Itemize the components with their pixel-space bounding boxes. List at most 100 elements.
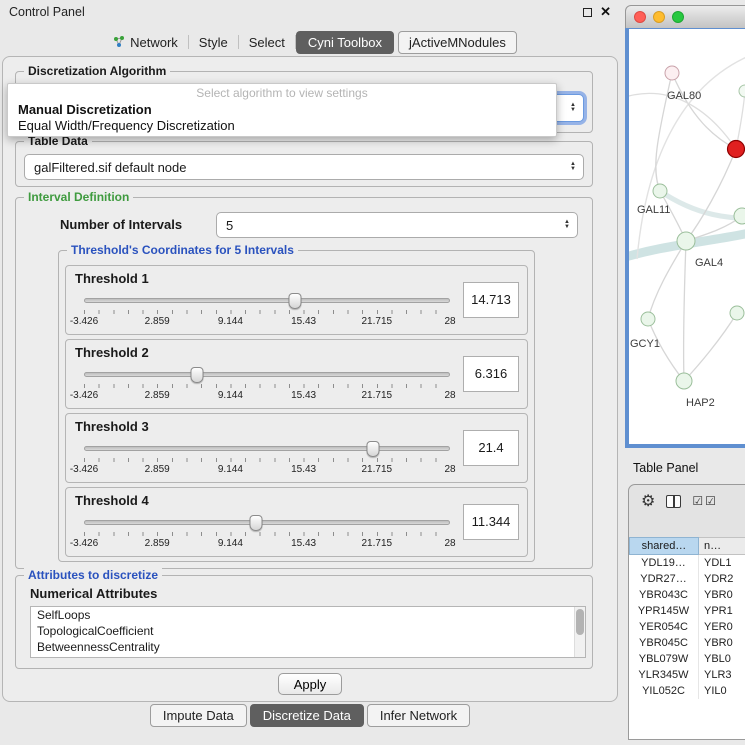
number-of-intervals-label: Number of Intervals xyxy=(60,217,182,232)
threshold-4-slider[interactable]: -3.426 2.859 9.144 15.43 21.715 28 xyxy=(84,516,450,554)
table-cell[interactable]: YIL0 xyxy=(699,683,745,699)
table-row[interactable]: YBL079WYBL0 xyxy=(629,651,745,667)
thresholds-coordinates-group: Threshold's Coordinates for 5 Intervals … xyxy=(58,250,535,562)
table-cell[interactable]: YLR3 xyxy=(699,667,745,683)
slider-track[interactable] xyxy=(84,372,450,377)
threshold-2-value-field[interactable]: 6.316 xyxy=(463,356,519,392)
slider-thumb[interactable] xyxy=(289,293,302,309)
threshold-3-value-field[interactable]: 21.4 xyxy=(463,430,519,466)
network-node[interactable] xyxy=(730,306,744,320)
tab-cyni-toolbox[interactable]: Cyni Toolbox xyxy=(296,31,394,54)
table-row[interactable]: YPR145WYPR1 xyxy=(629,603,745,619)
slider-tick-labels: -3.426 2.859 9.144 15.43 21.715 28 xyxy=(84,316,450,328)
slider-track[interactable] xyxy=(84,520,450,525)
table-row[interactable]: YDL19…YDL1 xyxy=(629,555,745,571)
threshold-2-slider[interactable]: -3.426 2.859 9.144 15.43 21.715 28 xyxy=(84,368,450,406)
threshold-1-slider[interactable]: -3.426 2.859 9.144 15.43 21.715 28 xyxy=(84,294,450,332)
network-canvas[interactable]: GAL80 GAL11 GAL4 GCY1 HAP2 xyxy=(625,28,745,448)
arrow-down-icon: ▼ xyxy=(564,225,570,230)
column-header-shared-name[interactable]: shared… xyxy=(629,537,699,555)
table-cell[interactable]: YPR145W xyxy=(629,603,699,619)
close-traffic-light-icon[interactable] xyxy=(634,11,646,23)
columns-icon[interactable] xyxy=(666,495,681,508)
restore-window-icon[interactable] xyxy=(583,8,592,17)
slider-track[interactable] xyxy=(84,446,450,451)
tab-jactivemnodules[interactable]: jActiveMNodules xyxy=(398,31,517,54)
apply-button[interactable]: Apply xyxy=(278,673,342,695)
tab-network[interactable]: Network xyxy=(103,32,188,53)
node-label-hap2: HAP2 xyxy=(686,397,715,409)
table-data-group: Table Data galFiltered.sif default node … xyxy=(15,141,593,187)
list-item[interactable]: TopologicalCoefficient xyxy=(31,623,585,639)
slider-tickmarks xyxy=(84,458,450,462)
slider-track[interactable] xyxy=(84,298,450,303)
tick-label: 9.144 xyxy=(218,390,243,401)
number-of-intervals-combobox[interactable]: 5 ▲ ▼ xyxy=(216,212,578,238)
table-data-combobox[interactable]: galFiltered.sif default node ▲ ▼ xyxy=(24,154,584,180)
threshold-4-value-field[interactable]: 11.344 xyxy=(463,504,519,540)
gear-icon[interactable]: ⚙ xyxy=(641,491,655,511)
numerical-attributes-label: Numerical Attributes xyxy=(30,586,157,601)
table-cell[interactable]: YER054C xyxy=(629,619,699,635)
network-node[interactable] xyxy=(677,232,695,250)
table-cell[interactable]: YER0 xyxy=(699,619,745,635)
network-view-window: GAL80 GAL11 GAL4 GCY1 HAP2 xyxy=(625,5,745,448)
network-node[interactable] xyxy=(739,85,745,97)
checkbox-icons[interactable]: ☑☑ xyxy=(692,494,718,508)
numerical-attributes-list[interactable]: SelfLoops TopologicalCoefficient Between… xyxy=(30,606,586,658)
slider-tick-labels: -3.426 2.859 9.144 15.43 21.715 28 xyxy=(84,538,450,550)
network-node[interactable] xyxy=(676,373,692,389)
dropdown-option-manual-discretization[interactable]: Manual Discretization xyxy=(8,102,556,118)
zoom-traffic-light-icon[interactable] xyxy=(672,11,684,23)
scrollbar-thumb[interactable] xyxy=(576,609,584,635)
arrow-down-icon: ▼ xyxy=(570,108,576,113)
table-row[interactable]: YBR043CYBR0 xyxy=(629,587,745,603)
table-cell[interactable]: YDL19… xyxy=(629,555,699,571)
table-cell[interactable]: YLR345W xyxy=(629,667,699,683)
minimize-traffic-light-icon[interactable] xyxy=(653,11,665,23)
network-node[interactable] xyxy=(653,184,667,198)
threshold-label: Threshold 2 xyxy=(75,345,149,360)
threshold-1-value-field[interactable]: 14.713 xyxy=(463,282,519,318)
dropdown-option-equal-width[interactable]: Equal Width/Frequency Discretization xyxy=(8,118,556,134)
list-scrollbar[interactable] xyxy=(574,607,585,657)
table-cell[interactable]: YIL052C xyxy=(629,683,699,699)
table-cell[interactable]: YPR1 xyxy=(699,603,745,619)
table-row[interactable]: YLR345WYLR3 xyxy=(629,667,745,683)
tab-style[interactable]: Style xyxy=(189,32,238,53)
table-cell[interactable]: YBR043C xyxy=(629,587,699,603)
table-row[interactable]: YIL052CYIL0 xyxy=(629,683,745,699)
table-cell[interactable]: YDL1 xyxy=(699,555,745,571)
table-cell[interactable]: YBR0 xyxy=(699,635,745,651)
column-header-name[interactable]: n… xyxy=(699,537,745,555)
selected-red-node[interactable] xyxy=(728,141,745,158)
table-cell[interactable]: YBR045C xyxy=(629,635,699,651)
threshold-3-slider[interactable]: -3.426 2.859 9.144 15.43 21.715 28 xyxy=(84,442,450,480)
slider-thumb[interactable] xyxy=(191,367,204,383)
slider-tick-labels: -3.426 2.859 9.144 15.43 21.715 28 xyxy=(84,390,450,402)
control-panel-titlebar: Control Panel ✕ xyxy=(0,0,620,24)
table-cell[interactable]: YBR0 xyxy=(699,587,745,603)
table-cell[interactable]: YBL0 xyxy=(699,651,745,667)
tab-infer-network[interactable]: Infer Network xyxy=(367,704,470,727)
table-row[interactable]: YER054CYER0 xyxy=(629,619,745,635)
table-row[interactable]: YDR27…YDR2 xyxy=(629,571,745,587)
close-icon[interactable]: ✕ xyxy=(600,4,611,20)
network-node[interactable] xyxy=(734,208,745,224)
table-cell[interactable]: YDR27… xyxy=(629,571,699,587)
tick-label: 28 xyxy=(444,316,455,327)
network-node[interactable] xyxy=(641,312,655,326)
slider-thumb[interactable] xyxy=(250,515,263,531)
list-item[interactable]: SelfLoops xyxy=(31,607,585,623)
table-row[interactable]: YBR045CYBR0 xyxy=(629,635,745,651)
network-node[interactable] xyxy=(665,66,679,80)
slider-tickmarks xyxy=(84,310,450,314)
slider-thumb[interactable] xyxy=(367,441,380,457)
table-cell[interactable]: YDR2 xyxy=(699,571,745,587)
tab-discretize-data[interactable]: Discretize Data xyxy=(250,704,364,727)
table-cell[interactable]: YBL079W xyxy=(629,651,699,667)
list-item[interactable]: BetweennessCentrality xyxy=(31,639,585,655)
tab-select[interactable]: Select xyxy=(239,32,295,53)
group-title: Interval Definition xyxy=(24,190,133,204)
tab-impute-data[interactable]: Impute Data xyxy=(150,704,247,727)
